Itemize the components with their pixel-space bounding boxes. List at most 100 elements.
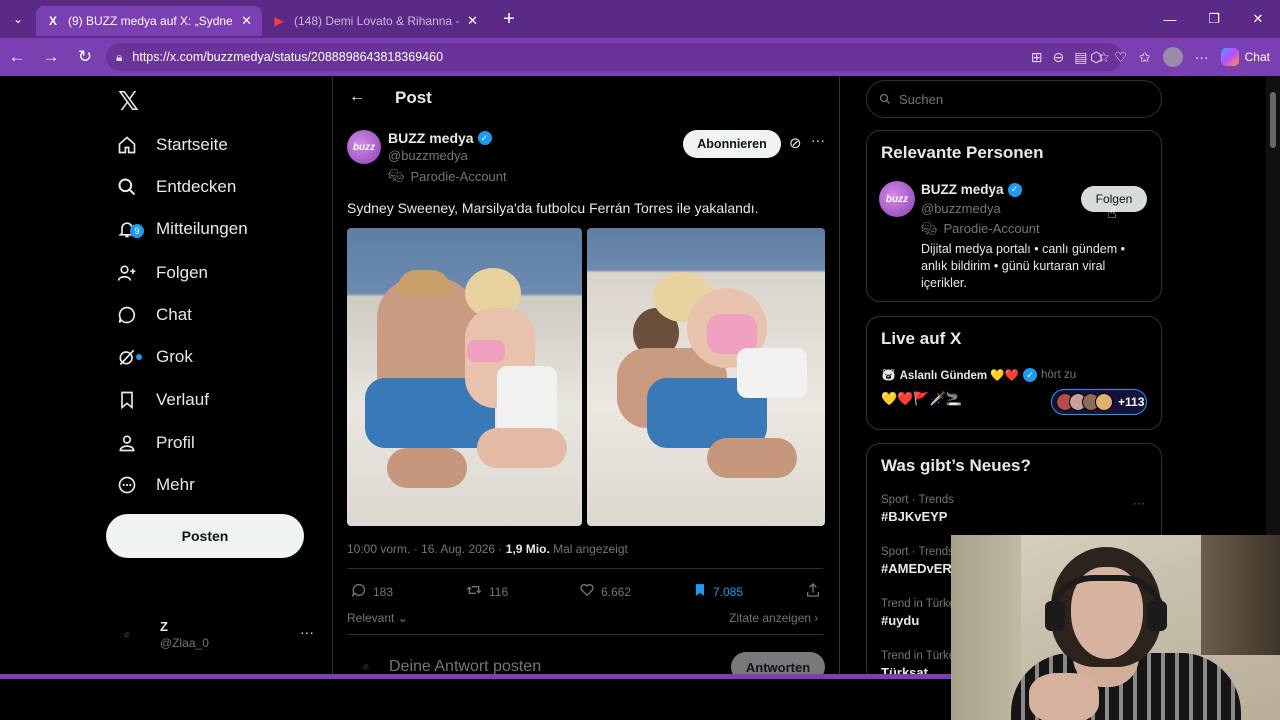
reader-mode-icon[interactable]: ▤ (1074, 49, 1087, 66)
sidebar-item-profile[interactable]: Profil (116, 423, 195, 463)
site-info-icon[interactable]: 🔒︎ (116, 50, 122, 65)
trend-name: Türksat (881, 665, 928, 674)
account-handle: @Zlaa_0 (160, 636, 209, 650)
sidebar-item-label: Grok (156, 347, 193, 366)
sidebar-item-bookmarks[interactable]: Verlauf (116, 380, 209, 420)
sidebar-item-chat[interactable]: Chat (116, 295, 192, 335)
space-title[interactable]: 💛❤️🚩🗡️🚬 (881, 391, 962, 407)
favorites-icon[interactable]: ✩ (1139, 49, 1151, 66)
post-image-2[interactable] (587, 228, 825, 526)
account-name: Z (160, 619, 168, 634)
person-avatar[interactable]: buzz (879, 181, 915, 217)
sort-label: Relevant (347, 611, 395, 625)
trend-item[interactable]: Sport · Trends #AMEDvERZ (881, 546, 960, 576)
author-name[interactable]: BUZZ medya ✓ (388, 130, 492, 146)
x-favicon-icon: X (48, 14, 57, 28)
sidebar-item-follow[interactable]: Folgen (116, 253, 208, 293)
post-image-1[interactable] (347, 228, 582, 526)
timestamp-text[interactable]: 10:00 vorm. · 16. Aug. 2026 · (347, 542, 506, 556)
card-title: Relevante Personen (881, 143, 1044, 162)
copilot-chat-button[interactable]: Chat (1220, 48, 1270, 66)
relevant-people-card: Relevante Personen buzz BUZZ medya ✓ @bu… (866, 130, 1162, 302)
repost-button[interactable]: 116 (465, 582, 508, 601)
person-add-icon (116, 262, 138, 284)
back-arrow-icon[interactable]: ← (0, 38, 34, 76)
listener-avatar (1095, 393, 1113, 411)
host-avatar: 🐻︎ (881, 370, 896, 382)
extensions-icon[interactable]: ⬡ (1090, 49, 1102, 66)
author-handle[interactable]: @buzzmedya (388, 148, 468, 163)
address-bar[interactable]: 🔒︎ https://x.com/buzzmedya/status/208889… (106, 43, 1122, 71)
parody-label: 🎭︎ Parodie-Account (921, 221, 1040, 237)
verified-badge-icon: ✓ (1022, 368, 1037, 382)
main-column: ← Post buzz BUZZ medya ✓ @buzzmedya 🎭︎ P… (332, 76, 840, 674)
forward-arrow-icon[interactable]: → (34, 38, 68, 76)
tab-close-icon[interactable]: ✕ (241, 13, 252, 29)
tab-actions-menu-icon[interactable]: ⌄ (0, 0, 36, 38)
headset-earcup-right (1147, 601, 1167, 631)
reply-submit-button[interactable]: Antworten (731, 652, 825, 674)
share-button[interactable] (805, 582, 821, 601)
restore-icon[interactable]: ❐ (1192, 0, 1236, 38)
bookmark-button[interactable]: 7.085 (693, 582, 743, 601)
trend-item[interactable]: Trend in Türkei Türksat (881, 650, 958, 674)
tab-close-icon[interactable]: ✕ (467, 13, 478, 29)
trend-name: #BJKvEYP (881, 509, 948, 524)
window-controls: — ❐ ✕ (1148, 0, 1280, 38)
new-indicator-dot (136, 354, 142, 360)
home-icon (116, 134, 138, 156)
post-more-icon[interactable]: ··· (811, 132, 825, 148)
tab-title: (9) BUZZ medya auf X: „Sydney Sw (68, 14, 233, 28)
sidebar-item-home[interactable]: Startseite (116, 125, 228, 165)
settings-more-icon[interactable]: ··· (1195, 49, 1209, 65)
parody-text: Parodie-Account (410, 168, 507, 184)
url-text[interactable]: https://x.com/buzzmedya/status/208889864… (132, 50, 443, 64)
like-button[interactable]: 6.662 (579, 582, 631, 601)
trend-more-icon[interactable]: ··· (1133, 496, 1145, 510)
repost-icon (465, 582, 483, 601)
notification-badge: 9 (130, 224, 144, 238)
live-space-host[interactable]: 🐻︎ Aslanlı Gündem 💛❤️ ✓ hört zu (881, 368, 1076, 382)
post-button[interactable]: Posten (106, 514, 304, 558)
view-quotes-link[interactable]: Zitate anzeigen › (729, 611, 818, 625)
reply-sort-dropdown[interactable]: Relevant ⌄ (347, 611, 408, 625)
grok-explain-icon[interactable]: ⊘ (789, 134, 802, 152)
account-switcher[interactable]: 🔥︎ Z @Zlaa_0 ··· (116, 616, 316, 656)
scrollbar-thumb[interactable] (1270, 92, 1276, 148)
post-actions: 183 116 6.662 7.085 (347, 582, 825, 602)
like-count: 6.662 (601, 584, 632, 599)
minimize-icon[interactable]: — (1148, 0, 1192, 38)
sidebar-item-more[interactable]: Mehr (116, 465, 195, 505)
zoom-icon[interactable]: ⊖ (1052, 49, 1064, 66)
close-window-icon[interactable]: ✕ (1236, 0, 1280, 38)
webcam-background-frame (1201, 535, 1280, 655)
account-more-icon[interactable]: ··· (300, 624, 314, 640)
author-avatar[interactable]: buzz (347, 130, 381, 164)
browser-tab-inactive[interactable]: ▶ (148) Demi Lovato & Rihanna - Sta ✕ (262, 6, 488, 36)
search-input[interactable]: Suchen (866, 80, 1162, 118)
reply-input[interactable]: Deine Antwort posten (389, 658, 541, 674)
subscribe-button[interactable]: Abonnieren (683, 130, 781, 158)
trend-item[interactable]: Sport · Trends #BJKvEYP (881, 494, 954, 524)
reply-button[interactable]: 183 (351, 582, 393, 601)
repost-count: 116 (489, 584, 509, 599)
trend-item[interactable]: Trend in Türkei #uydu (881, 598, 958, 628)
person-name[interactable]: BUZZ medya ✓ (921, 182, 1022, 197)
listener-avatars[interactable]: +113 (1051, 389, 1147, 415)
x-logo-icon[interactable]: 𝕏 (118, 86, 139, 117)
sidebar-item-explore[interactable]: Entdecken (116, 167, 236, 207)
webcam-person-hands (1029, 673, 1099, 720)
reply-count: 183 (373, 584, 394, 599)
copilot-icon (1220, 48, 1239, 66)
reload-icon[interactable]: ↻ (68, 38, 102, 76)
person-handle[interactable]: @buzzmedya (921, 201, 1001, 216)
browser-essentials-icon[interactable]: ♡ (1114, 49, 1127, 66)
parody-label: 🎭︎ Parodie-Account (388, 168, 507, 184)
new-tab-plus-icon[interactable]: + (492, 8, 526, 31)
sidebar-item-grok[interactable]: Grok (116, 337, 193, 377)
app-available-icon[interactable]: ⊞ (1031, 49, 1043, 66)
profile-avatar[interactable] (1162, 47, 1183, 67)
browser-tab-active[interactable]: X (9) BUZZ medya auf X: „Sydney Sw ✕ (36, 6, 262, 36)
sidebar-item-notifications[interactable]: 9 Mitteilungen (116, 209, 248, 249)
back-arrow-icon[interactable]: ← (349, 88, 365, 106)
